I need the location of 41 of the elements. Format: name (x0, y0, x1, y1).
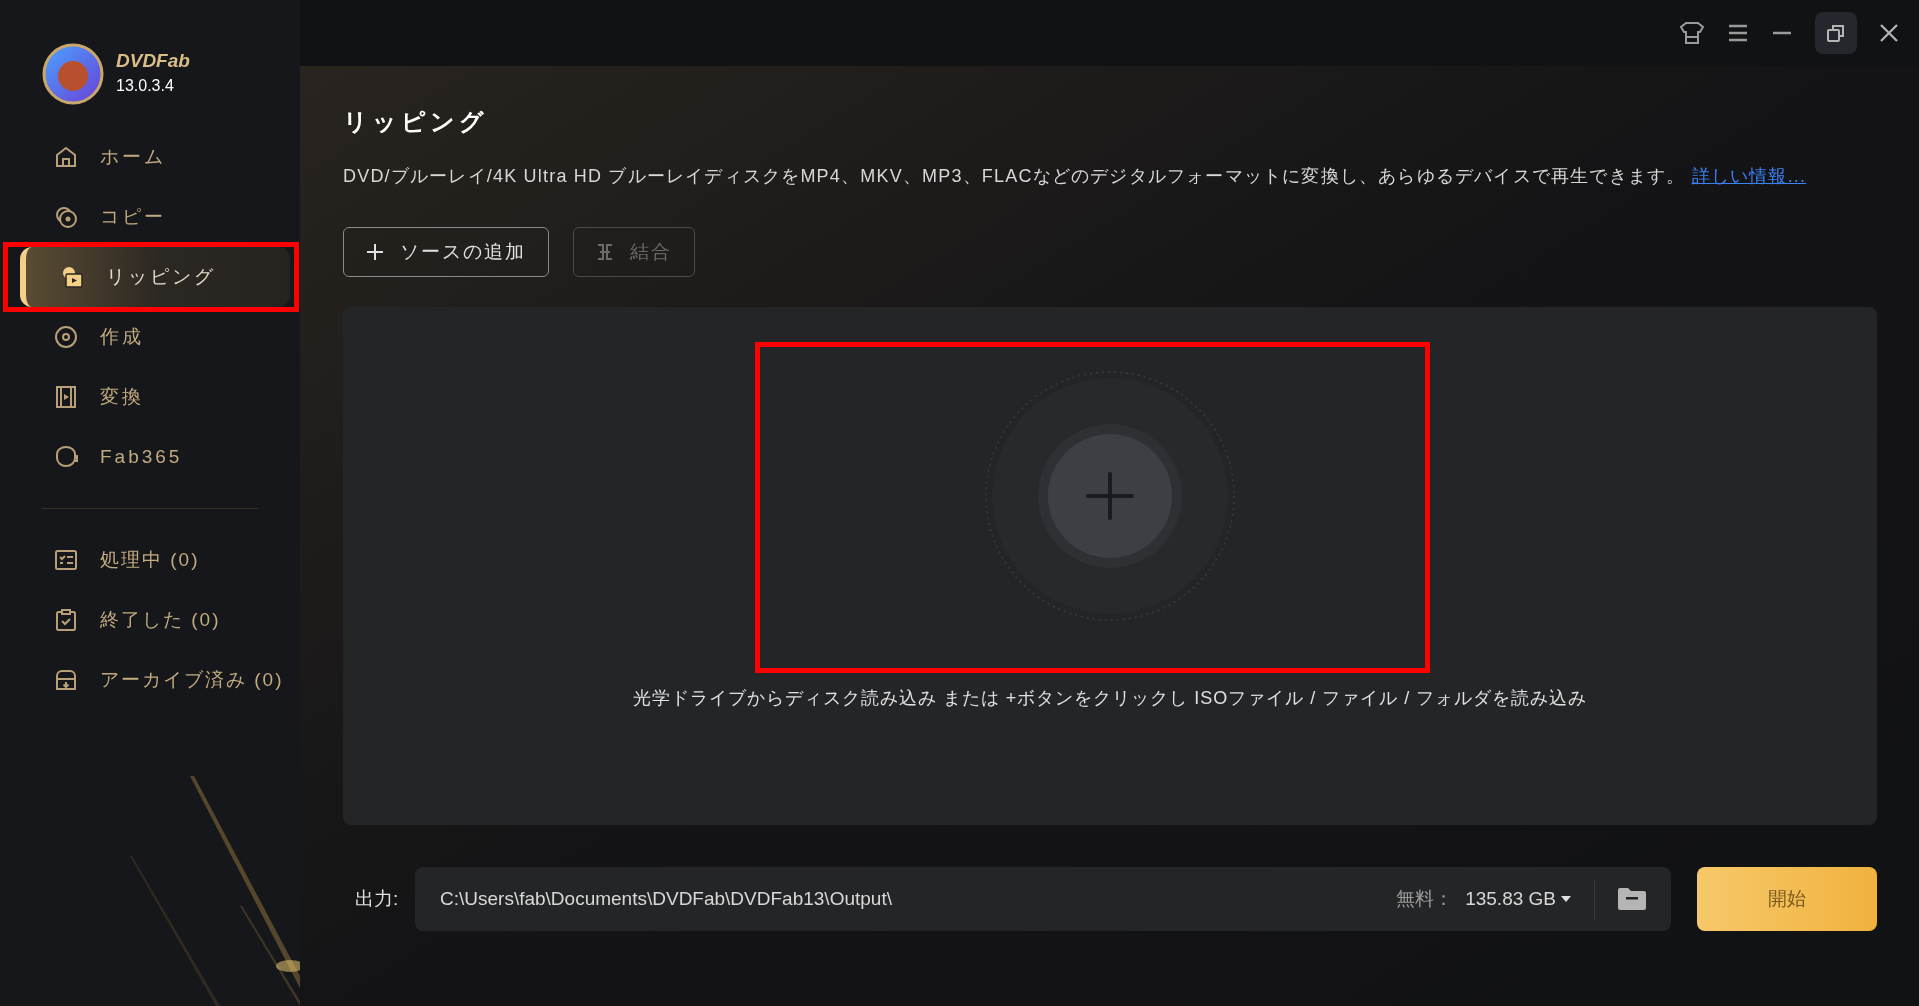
output-path-text: C:\Users\fab\Documents\DVDFab\DVDFab13\Output\ (440, 886, 893, 911)
page-title: リッピング (343, 110, 489, 134)
film-icon (54, 385, 78, 409)
nav-item[interactable]: リッピング (20, 247, 290, 307)
start-button[interactable]: 開始 (1697, 867, 1877, 931)
queue-item[interactable]: 終了した (0) (20, 595, 300, 645)
drop-hint-text: 光学ドライブからディスク読み込み または +ボタンをクリックし ISOファイル / ファイル / フォルダを読み込み (632, 687, 1588, 710)
free-space-dropdown[interactable]: 135.83 GB (1465, 884, 1572, 914)
clipboard-check-icon (54, 608, 78, 632)
close-icon[interactable] (1879, 23, 1899, 43)
queue-item[interactable]: 処理中 (0) (20, 535, 300, 585)
more-info-link[interactable]: 詳しい情報... (1691, 166, 1807, 186)
menu-icon[interactable] (1727, 23, 1749, 43)
folder-icon[interactable] (1617, 886, 1647, 912)
plus-icon (366, 243, 384, 261)
restore-icon (1826, 23, 1846, 43)
queue-item[interactable]: アーカイブ済み (0) (20, 655, 300, 705)
home-icon (54, 145, 78, 169)
nav-item[interactable]: ホーム (20, 132, 290, 182)
checklist-icon (54, 548, 78, 572)
folder-play-icon (60, 265, 84, 289)
nav-item[interactable]: コピー (20, 192, 290, 242)
output-label: 出力: (354, 886, 400, 911)
free-space-label: 無料： (1396, 886, 1454, 911)
output-path-field[interactable]: C:\Users\fab\Documents\DVDFab\DVDFab13\Output\ 無料： 135.83 GB (415, 867, 1671, 931)
restore-button[interactable] (1815, 12, 1857, 54)
shirt-icon[interactable] (1679, 21, 1705, 45)
caret-icon (1560, 895, 1572, 903)
description-text: DVD/ブルーレイ/4K Ultra HD ブルーレイディスクをMP4、MKV、MP3、FLACなどのデジタルフォーマットに変換し、あらゆるデバイスで再生できます。 詳しい情報... (343, 165, 1808, 188)
nav-item[interactable]: 変換 (20, 372, 290, 422)
nav-item[interactable]: Fab365 (20, 432, 290, 482)
nav-item[interactable]: 作成 (20, 312, 290, 362)
drop-zone[interactable]: 光学ドライブからディスク読み込み または +ボタンをクリックし ISOファイル / ファイル / フォルダを読み込み (343, 307, 1877, 825)
disc-icon (54, 325, 78, 349)
archive-box-icon (54, 668, 78, 692)
add-source-button[interactable]: ソースの追加 (343, 227, 549, 277)
discs-icon (54, 205, 78, 229)
version-number: 13.0.3.4 (116, 75, 175, 96)
merge-icon (596, 243, 614, 261)
brand-name: DVDFab (116, 50, 190, 70)
logo-icon (42, 43, 104, 105)
